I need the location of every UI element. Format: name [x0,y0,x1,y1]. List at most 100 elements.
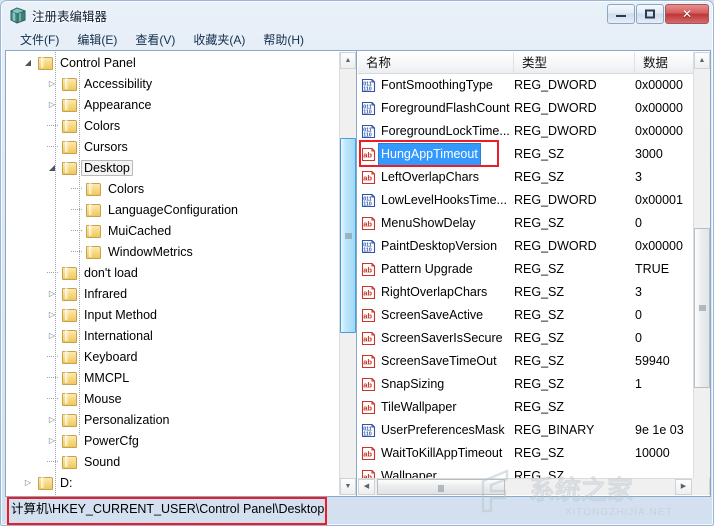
value-data: 0 [635,308,642,322]
tree-node[interactable]: ▷ International [7,325,338,346]
tree-scroll-up-button[interactable]: ▲ [340,52,356,69]
folder-icon [61,329,77,343]
tree-node[interactable]: Cursors [7,136,338,157]
value-row[interactable]: ab ScreenSaveTimeOut REG_SZ 59940 [358,350,692,373]
values-scrollbar-thumb[interactable] [694,228,710,388]
value-row[interactable]: ab WaitToKillAppTimeout REG_SZ 10000 [358,442,692,465]
expand-arrow-icon[interactable]: ▷ [47,325,57,346]
tree-node[interactable]: Colors [7,115,338,136]
tree-node[interactable]: Mouse [7,388,338,409]
tree-node[interactable]: MuiCached [7,220,338,241]
expand-arrow-icon[interactable]: ▷ [47,430,57,451]
tree-node-label: Mouse [84,391,122,406]
value-data: 0x00000 [635,78,683,92]
tree-node[interactable]: don't load [7,262,338,283]
expand-arrow-icon[interactable]: ▷ [47,304,57,325]
values-hscrollbar-thumb[interactable] [377,479,505,495]
tree-connector [47,356,58,358]
svg-text:ab: ab [363,358,372,367]
value-data: 3000 [635,147,663,161]
value-row[interactable]: ab LeftOverlapChars REG_SZ 3 [358,166,692,189]
maximize-button[interactable] [636,4,664,24]
close-button[interactable]: ✕ [665,4,709,24]
window-title: 注册表编辑器 [32,10,108,24]
tree-node[interactable]: Sound [7,451,338,472]
tree-node[interactable]: MMCPL [7,367,338,388]
tree-node[interactable]: ◢ Control Panel [7,52,338,73]
menu-edit[interactable]: 编辑(E) [68,29,126,51]
tree-node[interactable]: WindowMetrics [7,241,338,262]
tree-node[interactable]: ▷ Personalization [7,409,338,430]
tree-connector [71,209,82,211]
values-scroll-right-button[interactable]: ▶ [675,479,692,495]
column-name[interactable]: 名称 [358,52,514,74]
value-row[interactable]: ab SnapSizing REG_SZ 1 [358,373,692,396]
tree-node-label: WindowMetrics [108,244,193,259]
value-row[interactable]: ab RightOverlapChars REG_SZ 3 [358,281,692,304]
value-row[interactable]: 011 110 UserPreferencesMask REG_BINARY 9e 1e… [358,419,692,442]
value-row[interactable]: 011 110 FontSmoothingType REG_DWORD 0x00000 [358,74,692,97]
value-type: REG_BINARY [514,423,595,437]
values-vertical-scrollbar[interactable]: ▲ ▼ [693,52,710,495]
values-list[interactable]: 011 110 FontSmoothingType REG_DWORD 0x00000 0… [358,74,692,478]
expand-arrow-icon[interactable]: ▷ [47,94,57,115]
expand-arrow-icon[interactable]: ▷ [47,283,57,304]
tree-node[interactable]: ◢ Desktop [7,157,338,178]
value-row[interactable]: ab ScreenSaveActive REG_SZ 0 [358,304,692,327]
registry-tree[interactable]: ◢ Control Panel ▷ Accessibility ▷ Appearance C… [7,52,338,495]
value-name: ScreenSaveActive [381,308,484,322]
folder-icon [85,203,101,217]
tree-node[interactable]: ▷ Appearance [7,94,338,115]
folder-icon [37,56,53,70]
tree-node[interactable]: LanguageConfiguration [7,199,338,220]
menu-favorites[interactable]: 收藏夹(A) [184,29,254,51]
tree-scroll-down-button[interactable]: ▼ [340,478,356,495]
grip-icon [345,233,352,238]
menu-help[interactable]: 帮助(H) [254,29,313,51]
value-row[interactable]: ab Pattern Upgrade REG_SZ TRUE [358,258,692,281]
tree-node[interactable]: Environment [7,493,338,495]
collapse-arrow-icon[interactable]: ◢ [23,52,33,73]
value-name: TileWallpaper [381,400,457,414]
values-scroll-up-button[interactable]: ▲ [694,52,710,69]
tree-vertical-scrollbar[interactable]: ▲ ▼ [339,52,356,495]
menu-view[interactable]: 查看(V) [126,29,184,51]
value-name: LeftOverlapChars [381,170,479,184]
expand-arrow-icon[interactable]: ▷ [47,409,57,430]
value-data [635,396,692,419]
tree-node[interactable]: ▷ Infrared [7,283,338,304]
folder-icon [61,392,77,406]
column-data[interactable]: 数据 [635,52,695,74]
expand-arrow-icon[interactable]: ▷ [23,472,33,493]
tree-node-label: Input Method [84,307,157,322]
value-name: ForegroundLockTime... [381,124,510,138]
tree-node[interactable]: ▷ Accessibility [7,73,338,94]
expand-arrow-icon[interactable]: ▷ [47,73,57,94]
value-row[interactable]: 011 110 ForegroundFlashCount REG_DWORD 0x000… [358,97,692,120]
value-row[interactable]: 011 110 PaintDesktopVersion REG_DWORD 0x0000… [358,235,692,258]
value-row[interactable]: ab HungAppTimeout REG_SZ 3000 [358,143,692,166]
value-row[interactable]: 011 110 ForegroundLockTime... REG_DWORD 0x00… [358,120,692,143]
value-row[interactable]: ab MenuShowDelay REG_SZ 0 [358,212,692,235]
value-row[interactable]: 011 110 LowLevelHooksTime... REG_DWORD 0x000… [358,189,692,212]
value-row[interactable]: ab ScreenSaverIsSecure REG_SZ 0 [358,327,692,350]
collapse-arrow-icon[interactable]: ◢ [47,157,57,178]
value-name: FontSmoothingType [381,78,493,92]
values-scroll-left-button[interactable]: ◀ [358,479,375,495]
value-row[interactable]: ab Wallpaper REG_SZ [358,465,692,478]
tree-node[interactable]: ▷ D: [7,472,338,493]
minimize-button[interactable] [607,4,635,24]
folder-icon [85,224,101,238]
menu-file[interactable]: 文件(F) [11,29,68,51]
tree-scrollbar-thumb[interactable] [340,138,356,333]
tree-node[interactable]: ▷ PowerCfg [7,430,338,451]
value-row[interactable]: ab TileWallpaper REG_SZ [358,396,692,419]
tree-node[interactable]: Keyboard [7,346,338,367]
tree-node-label: Control Panel [60,55,136,70]
values-horizontal-scrollbar[interactable]: ◀ ▶ [358,478,692,495]
tree-node[interactable]: Colors [7,178,338,199]
folder-icon [61,287,77,301]
folder-icon [61,161,77,175]
tree-node[interactable]: ▷ Input Method [7,304,338,325]
column-type[interactable]: 类型 [514,52,635,74]
